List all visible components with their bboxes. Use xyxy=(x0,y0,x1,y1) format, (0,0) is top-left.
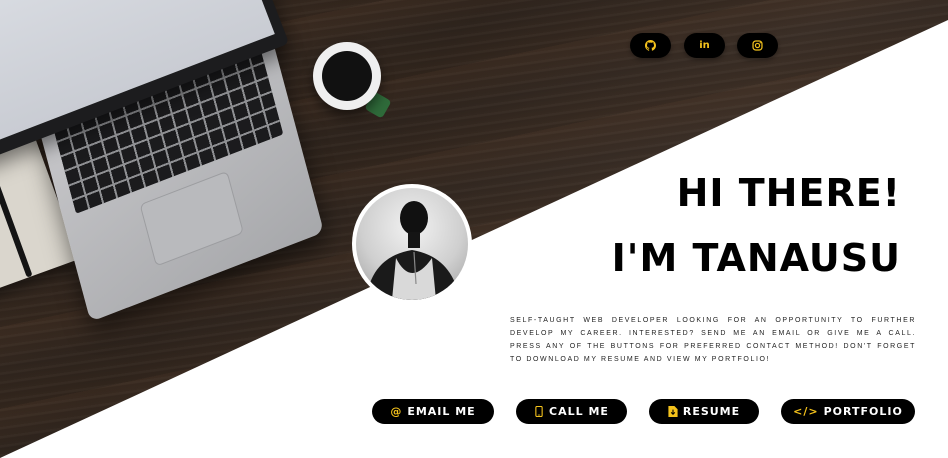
at-icon: @ xyxy=(390,405,403,418)
code-icon: </> xyxy=(793,405,819,418)
call-me-button[interactable]: CALL ME xyxy=(516,399,627,424)
portfolio-button[interactable]: </> PORTFOLIO xyxy=(781,399,915,424)
email-me-label: EMAIL ME xyxy=(407,405,476,418)
github-icon xyxy=(645,40,656,51)
profile-photo xyxy=(366,201,460,300)
portfolio-label: PORTFOLIO xyxy=(823,405,903,418)
linkedin-icon: in xyxy=(699,40,710,51)
resume-button[interactable]: RESUME xyxy=(649,399,759,424)
file-download-icon xyxy=(668,406,678,417)
resume-label: RESUME xyxy=(682,405,741,418)
instagram-button[interactable] xyxy=(737,33,778,58)
intro-paragraph: SELF-TAUGHT WEB DEVELOPER LOOKING FOR AN… xyxy=(510,317,916,363)
github-button[interactable] xyxy=(630,33,671,58)
profile-avatar xyxy=(352,184,472,304)
linkedin-button[interactable]: in xyxy=(684,33,725,58)
hero-heading-line2: I'M TANAUSU xyxy=(611,236,901,280)
instagram-icon xyxy=(752,40,763,51)
phone-icon xyxy=(534,406,544,417)
call-me-label: CALL ME xyxy=(549,405,609,418)
trackpad-image xyxy=(139,170,244,267)
coffee-mug-image xyxy=(313,42,381,110)
email-me-button[interactable]: @ EMAIL ME xyxy=(372,399,494,424)
hero-heading-line1: HI THERE! xyxy=(676,171,901,215)
